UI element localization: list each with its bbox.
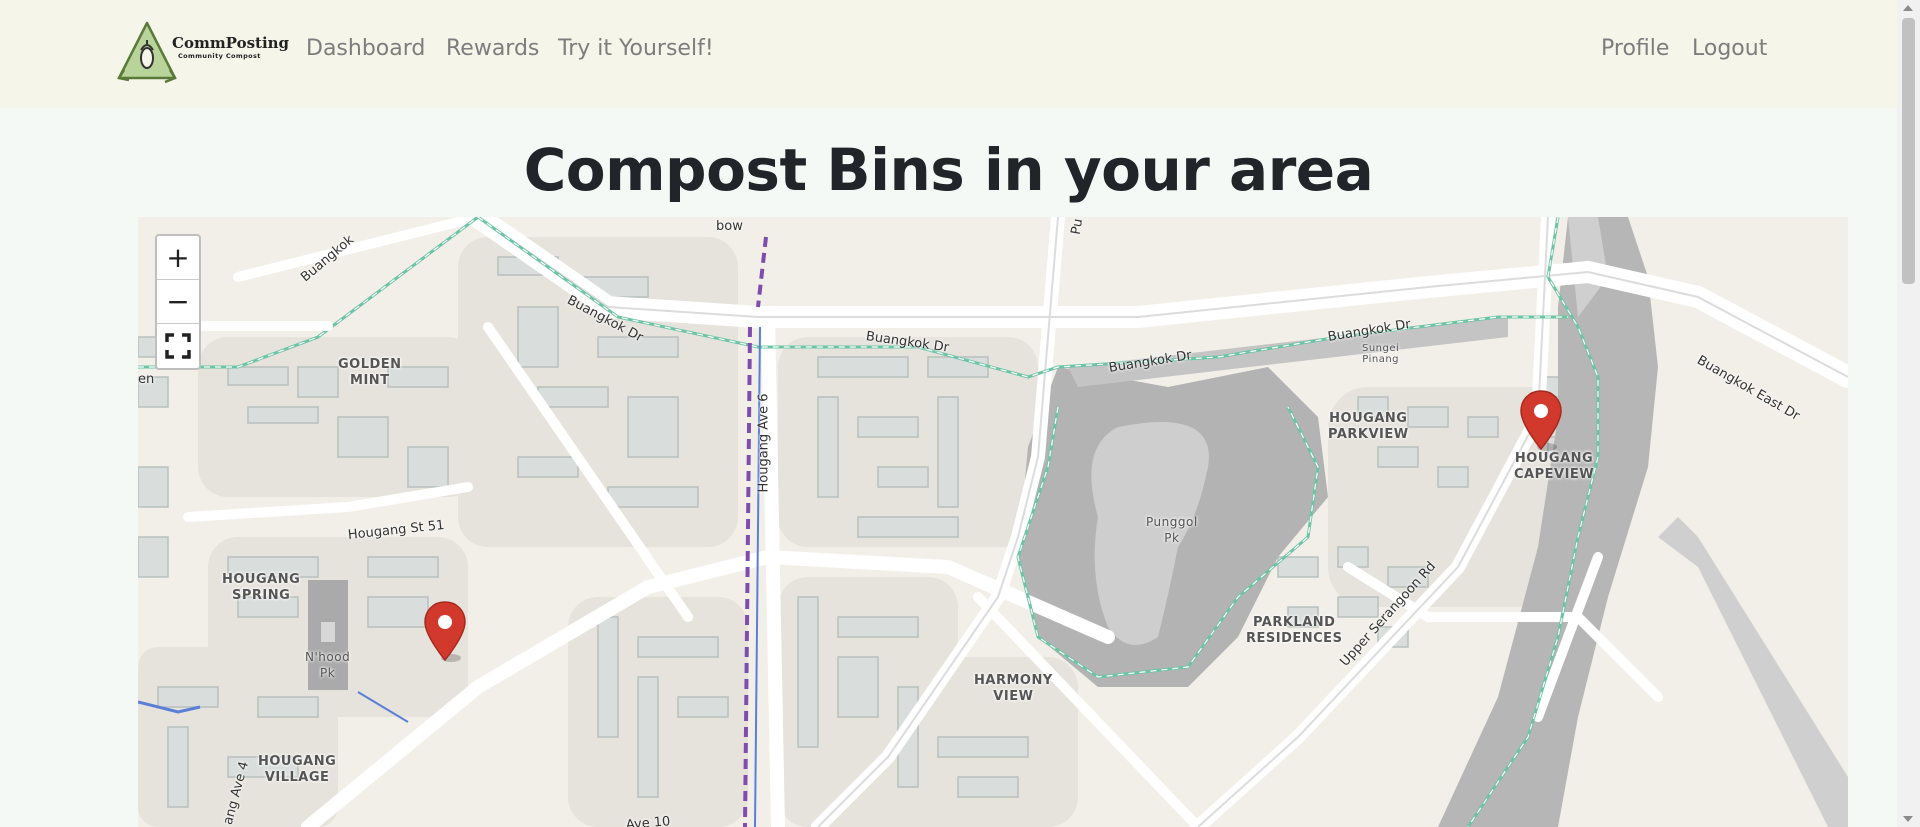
map-label-nhood-pk: N'hood Pk	[305, 650, 351, 680]
navbar: CommPosting Community Compost Dashboard …	[0, 0, 1897, 108]
compost-bins-map[interactable]: GOLDEN MINT HOUGANG SPRING N'hood Pk HOUGAN…	[138, 217, 1848, 827]
compost-bin-marker[interactable]	[423, 600, 467, 664]
nav-dashboard[interactable]: Dashboard	[306, 36, 425, 61]
fullscreen-button[interactable]	[157, 324, 199, 368]
brand-tagline: Community Compost	[178, 52, 261, 60]
recycle-logo-icon	[116, 21, 177, 84]
road-label-hougang-ave-6: Hougang Ave 6	[756, 393, 772, 493]
road-label-pu: Pu	[1068, 217, 1087, 236]
nav-logout[interactable]: Logout	[1692, 36, 1767, 61]
compost-bin-marker[interactable]	[1519, 389, 1563, 453]
brand-name: CommPosting	[172, 34, 290, 52]
nav-profile[interactable]: Profile	[1601, 36, 1669, 61]
map-label-hougang-spring: HOUGANG SPRING	[222, 572, 301, 603]
map-label-sungei-pinang: Sungei Pinang	[1362, 343, 1400, 365]
road-label-bow: bow	[716, 219, 743, 234]
fullscreen-icon	[165, 333, 191, 359]
zoom-out-button[interactable]: −	[157, 280, 199, 324]
scroll-down-arrow-icon[interactable]	[1903, 816, 1913, 822]
map-label-hougang-capeview: HOUGANG CAPEVIEW	[1514, 451, 1595, 482]
brand-logo[interactable]: CommPosting Community Compost	[116, 20, 289, 86]
page-title: Compost Bins in your area	[523, 136, 1374, 204]
scroll-up-arrow-icon[interactable]	[1903, 5, 1913, 11]
road-label-en: en	[138, 372, 155, 387]
map-label-harmony-view: HARMONY VIEW	[974, 673, 1053, 704]
map-label-golden-mint: GOLDEN MINT	[338, 357, 402, 388]
page-scrollbar[interactable]	[1897, 0, 1920, 827]
map-label-parkland-residences: PARKLAND RESIDENCES	[1246, 615, 1343, 646]
map-pin-icon	[1520, 390, 1562, 451]
map-label-hougang-parkview: HOUGANG PARKVIEW	[1328, 411, 1409, 442]
map-label-hougang-village: HOUGANG VILLAGE	[258, 754, 337, 785]
zoom-in-button[interactable]: +	[157, 236, 199, 280]
scrollbar-thumb[interactable]	[1902, 18, 1915, 284]
nav-try-it-yourself[interactable]: Try it Yourself!	[558, 36, 714, 61]
map-pin-icon	[424, 601, 466, 662]
map-label-punggol-pk: Punggol Pk	[1146, 515, 1198, 545]
nav-rewards[interactable]: Rewards	[446, 36, 539, 61]
map-zoom-controls: + −	[155, 234, 201, 370]
